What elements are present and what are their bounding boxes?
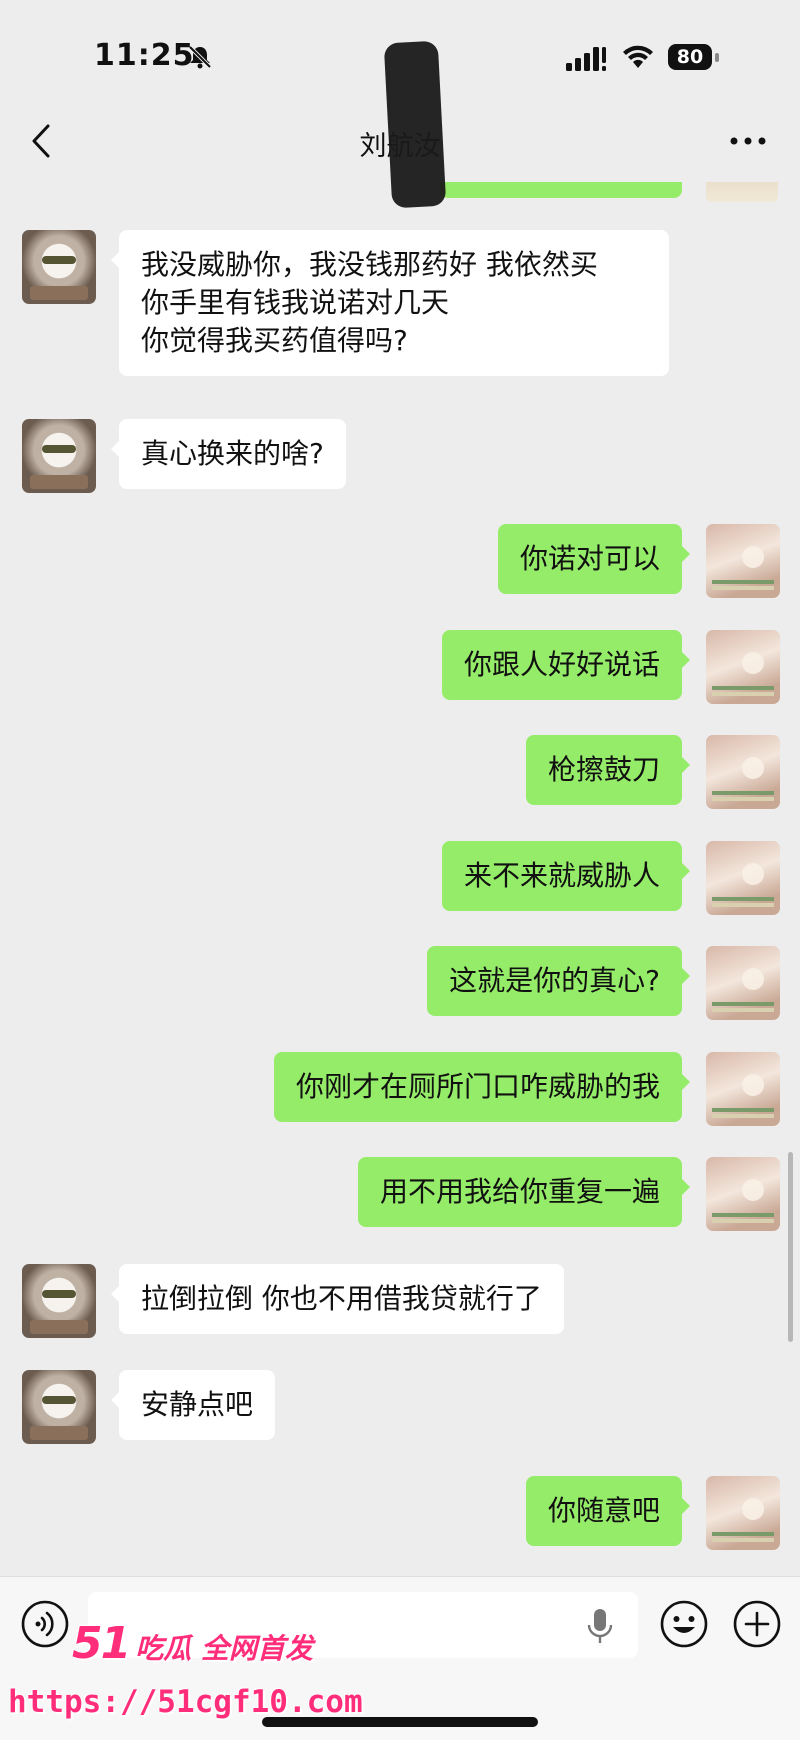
voice-icon[interactable] bbox=[20, 1599, 70, 1649]
message-bubble[interactable]: 安静点吧 bbox=[110, 1370, 276, 1440]
message-bubble[interactable]: 你诺对可以 bbox=[497, 524, 691, 594]
message-bubble[interactable]: 你随意吧 bbox=[525, 1476, 691, 1546]
message-bubble[interactable]: 真心换来的啥? bbox=[111, 419, 346, 489]
status-time: 11:25 bbox=[94, 38, 195, 73]
avatar[interactable] bbox=[22, 419, 96, 493]
message-bubble[interactable]: 来不来就威胁人 bbox=[441, 841, 691, 911]
avatar[interactable] bbox=[706, 946, 780, 1020]
mic-icon[interactable] bbox=[586, 1607, 614, 1645]
avatar[interactable] bbox=[706, 841, 780, 915]
emoji-icon[interactable] bbox=[659, 1599, 709, 1649]
message-list[interactable]: 我没威胁你，我没钱那药好 我依然买 你手里有钱我说诺对几天 你觉得我买药值得吗?… bbox=[0, 182, 800, 1576]
signal-icon bbox=[566, 47, 606, 71]
message-bubble[interactable]: 我没威胁你，我没钱那药好 我依然买 你手里有钱我说诺对几天 你觉得我买药值得吗? bbox=[111, 230, 669, 376]
message-bubble[interactable]: 拉倒拉倒 你也不用借我贷就行了 bbox=[111, 1264, 564, 1334]
avatar[interactable] bbox=[22, 1264, 96, 1338]
avatar[interactable] bbox=[706, 1052, 780, 1126]
avatar[interactable] bbox=[706, 630, 780, 704]
avatar[interactable] bbox=[706, 1157, 780, 1231]
more-icon[interactable] bbox=[728, 134, 768, 148]
watermark-text: 吃瓜 全网首发 bbox=[135, 1632, 313, 1665]
avatar[interactable] bbox=[22, 1370, 96, 1444]
message-bubble[interactable]: 你刚才在厕所门口咋威胁的我 bbox=[273, 1052, 691, 1122]
watermark-brand: 51 吃瓜 全网首发 bbox=[72, 1618, 313, 1669]
avatar[interactable] bbox=[706, 735, 780, 809]
scrollbar[interactable] bbox=[788, 1152, 793, 1342]
message-bubble[interactable]: 你跟人好好说话 bbox=[441, 630, 691, 700]
bell-off-icon bbox=[188, 45, 212, 69]
message-bubble[interactable]: 这就是你的真心? bbox=[427, 946, 690, 1016]
avatar[interactable] bbox=[706, 524, 780, 598]
plus-icon[interactable] bbox=[732, 1599, 782, 1649]
watermark-url: https://51cgf10.com bbox=[8, 1684, 363, 1720]
wifi-icon bbox=[623, 45, 653, 68]
avatar[interactable] bbox=[706, 1476, 780, 1550]
message-bubble[interactable]: 用不用我给你重复一遍 bbox=[357, 1157, 691, 1227]
avatar[interactable] bbox=[22, 230, 96, 304]
battery-icon: 80 bbox=[668, 44, 720, 72]
battery-level: 80 bbox=[668, 44, 712, 70]
censor-mark bbox=[383, 40, 447, 209]
message-bubble[interactable]: 枪擦鼓刀 bbox=[525, 735, 691, 805]
watermark-number: 51 bbox=[72, 1618, 131, 1669]
